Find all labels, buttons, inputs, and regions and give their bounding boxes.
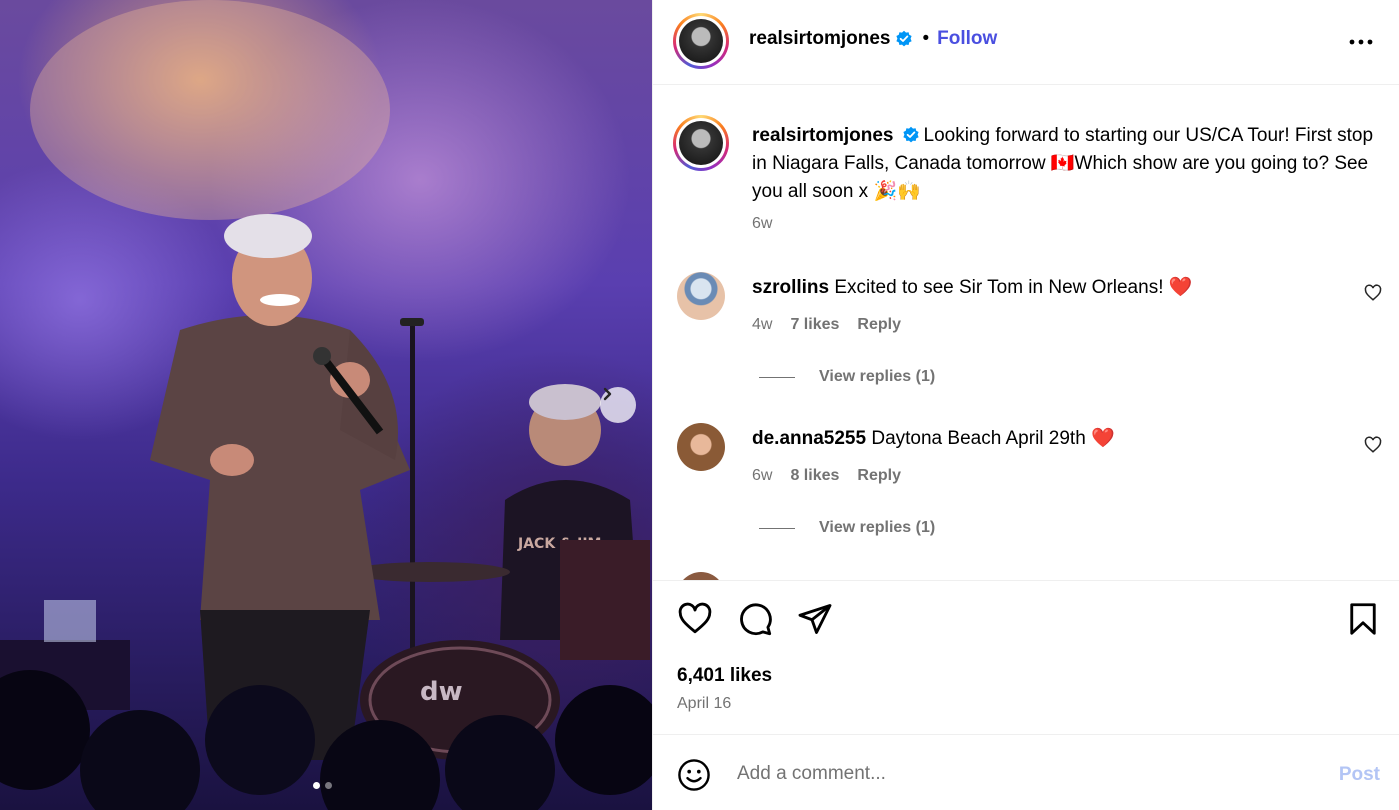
comment-composer: Post bbox=[653, 736, 1399, 810]
likes-count[interactable]: 6,401 likes bbox=[677, 665, 772, 687]
view-replies-label: View replies (1) bbox=[819, 368, 936, 385]
view-replies-button[interactable]: View replies (1) bbox=[759, 368, 935, 386]
comment-meta: 4w 7 likes Reply bbox=[752, 316, 901, 334]
heart-icon bbox=[1364, 284, 1382, 301]
share-icon bbox=[798, 604, 832, 634]
bookmark-icon bbox=[1350, 603, 1376, 635]
follow-button[interactable]: Follow bbox=[937, 28, 997, 50]
post-caption: realsirtomjones Looking forward to start… bbox=[752, 122, 1382, 206]
reply-button[interactable]: Reply bbox=[857, 467, 901, 485]
post-date[interactable]: April 16 bbox=[677, 695, 731, 713]
commenter-avatar[interactable] bbox=[677, 423, 725, 471]
commenter-avatar[interactable] bbox=[677, 272, 725, 320]
like-button[interactable] bbox=[677, 601, 713, 642]
comment-text: Daytona Beach April 29th ❤️ bbox=[871, 428, 1115, 449]
comment-button[interactable] bbox=[737, 601, 773, 642]
svg-text:dw: dw bbox=[420, 677, 463, 707]
comment-meta: 6w 8 likes Reply bbox=[752, 467, 901, 485]
caption-author-avatar[interactable] bbox=[673, 115, 729, 171]
heart-icon bbox=[1364, 436, 1382, 453]
post-header: realsirtomjones • Follow bbox=[653, 0, 1399, 85]
carousel-dot bbox=[325, 782, 332, 789]
caption-timestamp[interactable]: 6w bbox=[752, 215, 772, 233]
verified-icon bbox=[902, 126, 919, 143]
view-replies-label: View replies (1) bbox=[819, 519, 936, 536]
author-username[interactable]: realsirtomjones bbox=[749, 28, 891, 50]
commenter-avatar[interactable] bbox=[677, 572, 725, 580]
carousel-indicator bbox=[313, 782, 332, 789]
comment-item: de.anna5255 Daytona Beach April 29th ❤️ bbox=[752, 425, 1115, 453]
more-options-button[interactable] bbox=[1348, 30, 1374, 59]
replies-divider bbox=[759, 376, 795, 378]
comments-section[interactable]: realsirtomjones Looking forward to start… bbox=[653, 86, 1399, 580]
replies-divider bbox=[759, 527, 795, 529]
post-comment-button[interactable]: Post bbox=[1339, 764, 1380, 786]
post-actions: 6,401 likes April 16 bbox=[653, 580, 1399, 735]
comment-icon bbox=[740, 603, 772, 636]
view-replies-button[interactable]: View replies (1) bbox=[759, 519, 935, 537]
verified-icon bbox=[895, 30, 912, 47]
comment-likes[interactable]: 7 likes bbox=[790, 316, 839, 334]
save-button[interactable] bbox=[1345, 601, 1381, 642]
carousel-dot-active bbox=[313, 782, 320, 789]
post-details-panel: realsirtomjones • Follow realsirtomjones… bbox=[652, 0, 1399, 810]
caption-username[interactable]: realsirtomjones bbox=[752, 125, 894, 146]
separator: • bbox=[922, 28, 930, 49]
concert-photo: JACK & JIM dw bbox=[0, 0, 652, 810]
share-button[interactable] bbox=[797, 601, 833, 642]
comment-item: szrollins Excited to see Sir Tom in New … bbox=[752, 274, 1192, 302]
emoji-icon bbox=[678, 759, 710, 791]
comment-timestamp[interactable]: 4w bbox=[752, 316, 772, 334]
comment-text: Excited to see Sir Tom in New Orleans! ❤… bbox=[834, 277, 1193, 298]
carousel-next-button[interactable] bbox=[600, 387, 636, 423]
comment-likes[interactable]: 8 likes bbox=[790, 467, 839, 485]
emoji-button[interactable] bbox=[677, 758, 711, 797]
heart-icon bbox=[678, 602, 712, 634]
chevron-right-icon bbox=[603, 387, 612, 401]
comment-like-button[interactable] bbox=[1364, 436, 1382, 459]
author-avatar[interactable] bbox=[673, 13, 729, 69]
comment-username[interactable]: de.anna5255 bbox=[752, 428, 866, 449]
more-icon bbox=[1349, 39, 1373, 45]
comment-input[interactable] bbox=[737, 756, 1297, 792]
comment-username[interactable]: szrollins bbox=[752, 277, 829, 298]
comment-timestamp[interactable]: 6w bbox=[752, 467, 772, 485]
comment-like-button[interactable] bbox=[1364, 284, 1382, 307]
post-media[interactable]: JACK & JIM dw bbox=[0, 0, 652, 810]
reply-button[interactable]: Reply bbox=[857, 316, 901, 334]
